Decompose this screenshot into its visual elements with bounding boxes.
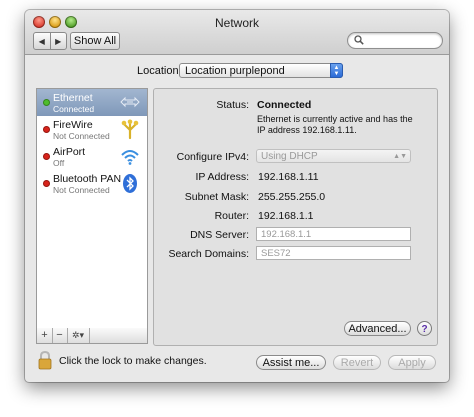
service-status: Not Connected [53,185,110,195]
status-dot-disconnected [43,126,50,133]
status-dot-disconnected [43,180,50,187]
service-name: Bluetooth PAN [53,173,122,185]
action-menu-button[interactable]: ✲▾ [67,328,90,343]
search-field[interactable] [347,32,443,49]
search-domains-value: SES72 [261,248,291,259]
service-list-controls: + − ✲▾ [36,328,148,344]
search-domains-field[interactable]: SES72 [256,246,411,260]
network-preferences-window: Network ◀ ▶ Show All Location: Location … [25,10,449,382]
ip-address-label: IP Address: [195,171,249,183]
dns-server-value: 192.168.1.1 [261,229,312,240]
status-dot-disconnected [43,153,50,160]
lock-icon[interactable] [37,350,53,370]
popup-arrows-icon: ▲▼ [393,153,407,160]
back-forward-control: ◀ ▶ [33,32,67,50]
service-status: Off [53,158,65,168]
service-status: Not Connected [53,131,110,141]
service-detail-panel: Status: Connected Ethernet is currently … [153,88,438,346]
assist-me-button[interactable]: Assist me... [256,355,326,370]
location-popup[interactable]: Location purplepond ▲ ▼ [179,63,343,78]
popup-arrows-icon: ▲▼ [330,63,343,78]
service-name: AirPort [53,146,86,158]
lock-message: Click the lock to make changes. [59,355,207,367]
help-button[interactable]: ? [417,321,432,336]
router-value: 192.168.1.1 [258,210,314,222]
configure-ipv4-value: Using DHCP [261,151,318,162]
service-list: Ethernet Connected FireWire Not Connecte… [36,88,148,330]
ip-address-value: 192.168.1.11 [258,171,319,183]
forward-button[interactable]: ▶ [51,33,67,49]
configure-ipv4-popup[interactable]: Using DHCP ▲▼ [256,149,411,163]
title-bar: Network ◀ ▶ Show All [25,10,449,55]
service-name: Ethernet [53,92,93,104]
status-value: Connected [257,99,312,111]
apply-button[interactable]: Apply [388,355,436,370]
firewire-icon [121,119,139,140]
configure-ipv4-label: Configure IPv4: [176,151,249,163]
router-label: Router: [214,210,249,222]
service-name: FireWire [53,119,93,131]
dns-server-field[interactable]: 192.168.1.1 [256,227,411,241]
service-status: Connected [53,104,95,114]
revert-button[interactable]: Revert [333,355,381,370]
location-label: Location: [137,65,182,77]
status-label: Status: [216,99,249,111]
status-dot-connected [43,99,50,106]
remove-service-button[interactable]: − [52,328,68,343]
status-description: Ethernet is currently active and has the… [257,114,413,135]
window-title: Network [214,16,259,30]
location-value: Location purplepond [185,65,285,77]
back-button[interactable]: ◀ [34,33,51,49]
search-domains-label: Search Domains: [168,248,249,260]
search-icon [354,35,364,45]
subnet-mask-label: Subnet Mask: [184,191,249,203]
dns-server-label: DNS Server: [190,229,249,241]
subnet-mask-value: 255.255.255.0 [258,191,326,203]
show-all-button[interactable]: Show All [70,32,120,50]
add-service-button[interactable]: + [37,328,53,343]
service-item-firewire[interactable]: FireWire Not Connected [37,116,147,143]
advanced-button[interactable]: Advanced... [344,321,411,336]
